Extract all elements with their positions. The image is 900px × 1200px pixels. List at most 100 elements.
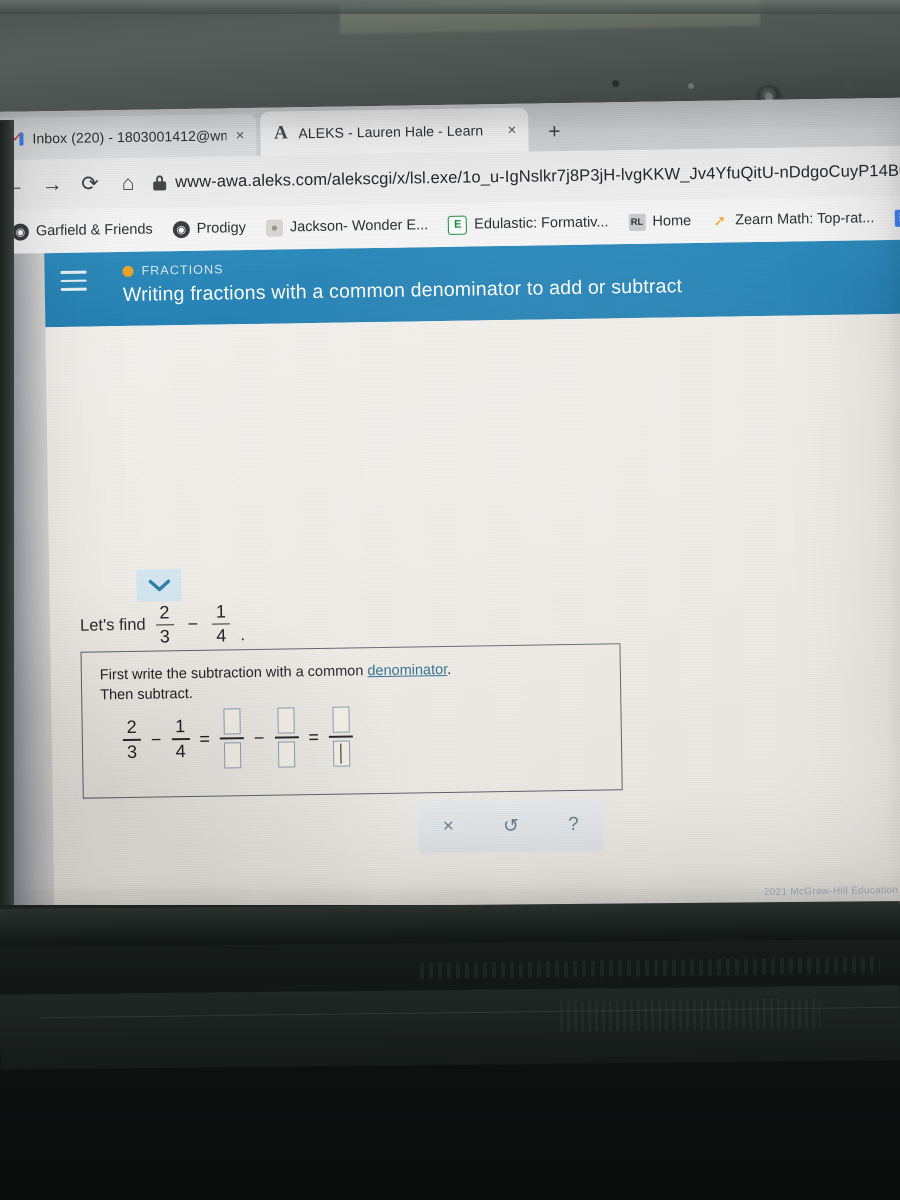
equals-sign-1: = (199, 728, 211, 749)
lesson-content: Let's find 2 3 − 1 4 . First write the s… (45, 313, 900, 918)
photo-of-laptop-screen: Inbox (220) - 1803001412@wm × A ALEKS - … (0, 0, 900, 1200)
tab-gmail[interactable]: Inbox (220) - 1803001412@wm × (0, 113, 257, 160)
question-instructions: First write the subtraction with a commo… (100, 658, 601, 706)
tab-title: Inbox (220) - 1803001412@wm (32, 127, 227, 147)
numerator: 1 (215, 601, 227, 622)
numerator-input[interactable] (222, 708, 241, 735)
numerator: 1 (175, 716, 186, 737)
equation-operator-2: − (253, 727, 265, 748)
laptop-hinge (0, 901, 900, 947)
zearn-icon: ➚ (713, 212, 727, 230)
reload-icon[interactable]: ⟳ (71, 172, 109, 195)
breadcrumb: FRACTIONS (122, 262, 224, 278)
fraction-bar (212, 623, 231, 626)
fraction-bar (219, 737, 244, 740)
numerator-input[interactable] (277, 707, 295, 734)
bookmark-label: Edulastic: Formativ... (474, 214, 609, 233)
aleks-icon: A (273, 122, 288, 144)
denominator: 4 (175, 740, 186, 762)
answer-fraction-c[interactable] (328, 706, 353, 767)
bookmark-prodigy[interactable]: ◉ Prodigy (163, 219, 256, 238)
prompt-lead: Let's find (79, 615, 146, 635)
numerator: 2 (159, 602, 170, 623)
question-box: First write the subtraction with a commo… (80, 643, 623, 799)
topic-label: FRACTIONS (141, 262, 224, 278)
instruction-line-1b: . (447, 661, 452, 678)
forward-icon[interactable]: → (33, 172, 71, 195)
page-icon: ● (265, 218, 284, 237)
denominator-link[interactable]: denominator (367, 662, 447, 679)
globe-icon: ◉ (11, 222, 30, 241)
home-icon[interactable]: ⌂ (109, 171, 147, 194)
clear-icon[interactable]: × (443, 816, 454, 838)
bookmark-jackson-wonder[interactable]: ● Jackson- Wonder E... (256, 217, 439, 237)
bookmark-home[interactable]: RL Home (618, 212, 701, 231)
address-text: www-awa.aleks.com/alekscgi/x/lsl.exe/1o_… (174, 161, 900, 191)
answer-fraction-b[interactable] (274, 707, 299, 768)
lock-icon (153, 174, 167, 191)
laptop-left-bezel (0, 119, 14, 921)
bookmark-zearn-math[interactable]: ➚ Zearn Math: Top-rat... (701, 210, 884, 230)
tab-title: ALEKS - Lauren Hale - Learn (298, 122, 484, 142)
docs-icon: ☰ (894, 209, 900, 227)
equation-given-a: 2 3 (122, 717, 142, 762)
denominator-input[interactable] (278, 741, 296, 768)
equation-operator-1: − (150, 728, 162, 750)
chevron-down-icon (148, 578, 170, 592)
close-icon[interactable]: × (507, 121, 516, 138)
math-toolbar: × ↺ ? (417, 798, 604, 854)
laptop-speaker-grille (559, 998, 821, 1032)
bookmark-label: Garfield & Friends (35, 221, 153, 240)
bookmark-label: Zearn Math: Top-rat... (735, 210, 875, 229)
answer-fraction-a[interactable] (219, 708, 244, 769)
bookmark-label: Prodigy (196, 220, 247, 237)
close-icon[interactable]: × (235, 127, 244, 144)
globe-icon: ◉ (172, 220, 190, 238)
prompt-fraction-b: 1 4 (212, 601, 231, 647)
denominator: 3 (159, 626, 170, 647)
new-tab-button[interactable]: + (542, 120, 566, 145)
address-input[interactable]: www-awa.aleks.com/alekscgi/x/lsl.exe/1o_… (153, 154, 900, 200)
bookmark-label: Home (652, 213, 692, 230)
equals-sign-2: = (308, 726, 320, 747)
denominator-input[interactable] (223, 742, 241, 769)
denominator: 3 (126, 741, 138, 762)
sensor-dot-icon (612, 80, 619, 87)
prompt-period: . (240, 625, 246, 645)
orange-dot-icon (122, 265, 134, 277)
collapse-toggle[interactable] (136, 569, 182, 602)
equation-row: 2 3 − 1 4 = − = (122, 706, 353, 770)
tab-aleks[interactable]: A ALEKS - Lauren Hale - Learn × (260, 107, 529, 156)
browser-window: Inbox (220) - 1803001412@wm × A ALEKS - … (0, 97, 900, 918)
copyright-notice: 2021 McGraw-Hill Education (763, 884, 899, 899)
numerator-input[interactable] (331, 706, 350, 733)
denominator: 4 (216, 625, 227, 647)
equation-given-b: 1 4 (171, 716, 190, 762)
hamburger-icon[interactable] (60, 270, 87, 291)
fraction-bar (122, 738, 141, 741)
page-title: Writing fractions with a common denomina… (122, 275, 683, 306)
aleks-header: FRACTIONS Writing fractions with a commo… (44, 239, 900, 328)
prompt-fraction-a: 2 3 (155, 602, 174, 647)
keyboard-row: ← → ⟲ ▤ (0, 1120, 900, 1200)
help-icon[interactable]: ? (568, 814, 579, 836)
fraction-bar (171, 738, 190, 741)
fraction-bar (274, 736, 299, 739)
bookmark-garfield-and-friends[interactable]: ◉ Garfield & Friends (2, 221, 163, 241)
bezel-reflection (339, 0, 761, 35)
numerator: 2 (126, 717, 137, 738)
instruction-line-1a: First write the subtraction with a commo… (99, 663, 368, 684)
prompt-operator: − (187, 614, 199, 635)
bookmark-who[interactable]: ☰ Who (884, 208, 900, 227)
instruction-line-2: Then subtract. (100, 685, 193, 704)
microphone-hole-icon (845, 82, 852, 89)
bookmark-label: Jackson- Wonder E... (289, 217, 429, 236)
rl-icon: RL (628, 213, 646, 231)
fraction-bar (155, 624, 174, 627)
page-viewport: FRACTIONS Writing fractions with a commo… (0, 239, 900, 918)
bookmark-edulastic[interactable]: E Edulastic: Formativ... (438, 213, 619, 235)
indicator-led-icon (688, 83, 694, 89)
undo-icon[interactable]: ↺ (503, 814, 519, 837)
edulastic-icon: E (448, 215, 468, 235)
denominator-input[interactable] (332, 740, 350, 767)
